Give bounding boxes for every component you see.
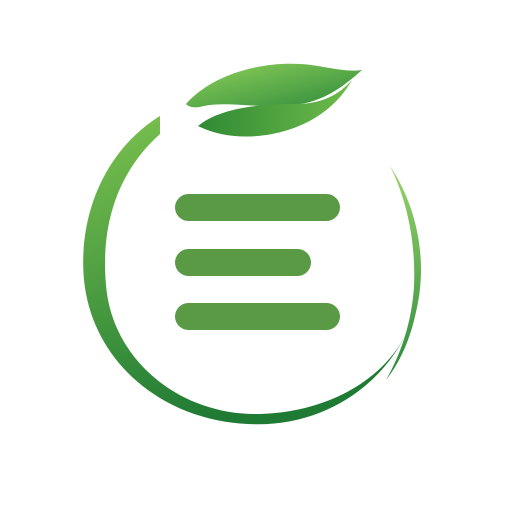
leaf-ring-menu-icon [83,63,421,425]
menu-bar-bottom [175,303,340,330]
menu-bar-middle [175,249,311,276]
ring-arc-right [386,166,421,380]
app-logo [0,0,512,512]
menu-bar-top [175,194,340,221]
